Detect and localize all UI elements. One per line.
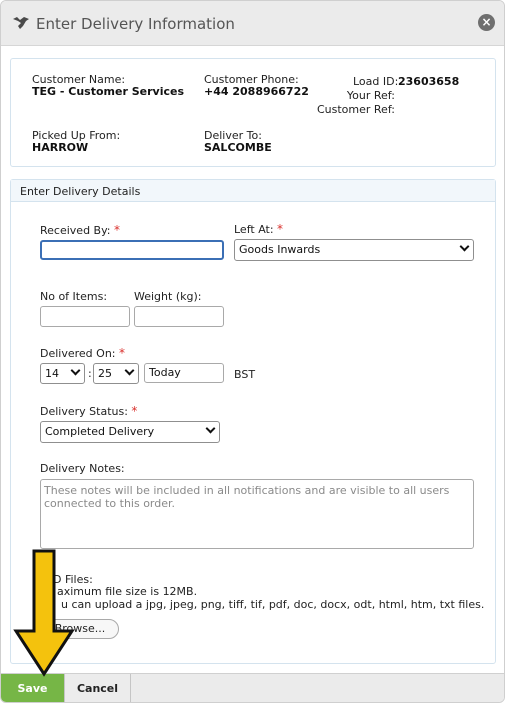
pod-max-size: aximum file size is 12MB. xyxy=(57,585,198,598)
delivery-notes-textarea[interactable]: These notes will be included in all noti… xyxy=(40,479,474,549)
left-at-text: Left At: xyxy=(234,223,274,236)
minute-value: 25 xyxy=(98,367,112,380)
chevron-down-icon xyxy=(459,241,470,252)
required-marker: * xyxy=(131,404,138,418)
handshake-icon xyxy=(13,17,29,29)
received-by-label: Received By: * xyxy=(40,223,120,237)
save-button[interactable]: Save xyxy=(1,674,64,702)
left-at-select[interactable]: Goods Inwards xyxy=(234,239,474,261)
delivered-on-label: Delivered On: * xyxy=(40,346,125,360)
timezone-label: BST xyxy=(234,368,256,381)
minute-select[interactable]: 25 xyxy=(93,363,139,384)
hour-select[interactable]: 14 xyxy=(40,363,85,384)
status-label: Delivery Status: * xyxy=(40,404,137,418)
delivery-status-select[interactable]: Completed Delivery xyxy=(40,421,220,443)
delivery-status-value: Completed Delivery xyxy=(45,425,155,438)
customer-name: TEG - Customer Services xyxy=(32,85,184,98)
your-ref-label: Your Ref: xyxy=(346,89,395,102)
received-by-text: Received By: xyxy=(40,224,111,237)
left-at-value: Goods Inwards xyxy=(239,243,321,256)
picked-up-value: HARROW xyxy=(32,141,89,154)
details-title: Enter Delivery Details xyxy=(20,185,141,198)
chevron-down-icon xyxy=(70,365,81,376)
no-items-label: No of Items: xyxy=(40,290,108,303)
pod-file-types: u can upload a jpg, jpeg, png, tiff, tif… xyxy=(61,598,485,611)
delivered-on-text: Delivered On: xyxy=(40,347,116,360)
status-text: Delivery Status: xyxy=(40,405,128,418)
delivery-date-input[interactable]: Today xyxy=(144,363,224,383)
load-id: 23603658 xyxy=(398,75,460,88)
dialog-title: Enter Delivery Information xyxy=(36,15,235,33)
received-by-input[interactable] xyxy=(40,240,224,260)
close-icon[interactable]: × xyxy=(478,14,495,31)
hour-value: 14 xyxy=(45,367,59,380)
left-at-label: Left At: * xyxy=(234,222,283,236)
required-marker: * xyxy=(114,223,121,237)
customer-phone: +44 2088966722 xyxy=(204,85,309,98)
required-marker: * xyxy=(277,222,284,236)
load-id-label: Load ID: xyxy=(353,75,399,88)
delivery-dialog: Enter Delivery Information × Customer Na… xyxy=(0,0,505,703)
pointer-arrow-icon xyxy=(13,549,75,677)
title-bar: Enter Delivery Information × xyxy=(1,1,504,46)
cancel-button[interactable]: Cancel xyxy=(64,674,131,702)
required-marker: * xyxy=(119,346,125,360)
deliver-to-value: SALCOMBE xyxy=(204,141,272,154)
chevron-down-icon xyxy=(124,365,135,376)
notes-label: Delivery Notes: xyxy=(40,462,125,475)
no-items-input[interactable] xyxy=(40,306,130,327)
time-separator: : xyxy=(88,367,92,380)
details-header: Enter Delivery Details xyxy=(11,180,495,202)
weight-label: Weight (kg): xyxy=(134,290,202,303)
weight-input[interactable] xyxy=(134,306,224,327)
customer-ref-label: Customer Ref: xyxy=(316,103,395,116)
chevron-down-icon xyxy=(205,423,216,434)
